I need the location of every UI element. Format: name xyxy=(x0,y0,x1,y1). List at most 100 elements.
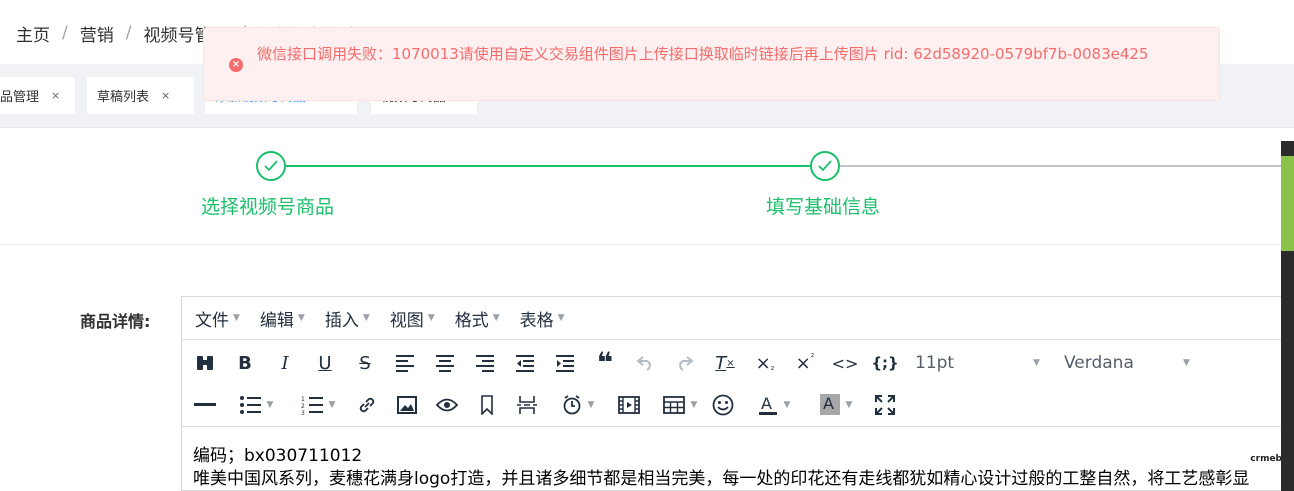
media-icon[interactable] xyxy=(616,390,642,420)
chevron-down-icon: ▼ xyxy=(297,313,305,323)
menu-insert[interactable]: 插入 ▼ xyxy=(325,306,370,331)
chevron-down-icon: ▼ xyxy=(427,313,435,323)
menu-edit[interactable]: 编辑 ▼ xyxy=(260,306,305,331)
error-circle-icon: × xyxy=(229,58,243,72)
chevron-down-icon: ▼ xyxy=(233,313,240,323)
editor-toolbar-row-1: B I U S ❝ T × × ₂ × ² <> {;} 11pt ▼ Verd… xyxy=(182,342,1294,384)
content-line: 编码；bx030711012 xyxy=(193,446,363,466)
step-1-label: 选择视频号商品 xyxy=(201,196,335,218)
strikethrough-icon[interactable]: S xyxy=(352,348,378,378)
hr-icon[interactable] xyxy=(192,390,218,420)
menu-table[interactable]: 表格 ▼ xyxy=(520,306,565,331)
breadcrumb-separator: / xyxy=(125,23,132,43)
binoculars-icon[interactable] xyxy=(192,348,218,378)
page: 主页 / 营销 / 视频号管理 / 添加视频号商品 品管理 × 草稿列表 × 添… xyxy=(0,0,1294,491)
tag-label: 草稿列表 xyxy=(97,90,150,105)
emoticon-icon[interactable] xyxy=(710,390,736,420)
bold-icon[interactable]: B xyxy=(232,348,258,378)
svg-text:2: 2 xyxy=(301,403,305,410)
breadcrumb-separator: / xyxy=(62,23,68,43)
breadcrumb-item-marketing[interactable]: 营销 xyxy=(80,21,114,46)
tag-close-icon[interactable]: × xyxy=(51,89,60,102)
menu-label: 文件 xyxy=(195,310,229,331)
font-family-select[interactable]: Verdana ▼ xyxy=(1064,348,1194,378)
chevron-down-icon: ▼ xyxy=(1033,358,1040,368)
editor-menubar: 文件 ▼ 编辑 ▼ 插入 ▼ 视图 ▼ 格式 ▼ 表格 ▼ xyxy=(182,297,1294,340)
numbered-list-icon[interactable]: 123 ▼ xyxy=(294,390,342,420)
rich-text-editor: 文件 ▼ 编辑 ▼ 插入 ▼ 视图 ▼ 格式 ▼ 表格 ▼ B I U S ❝ … xyxy=(181,296,1294,491)
menu-label: 插入 xyxy=(324,310,359,331)
tag-product-management[interactable]: 品管理 × xyxy=(0,77,75,114)
menu-format[interactable]: 格式 ▼ xyxy=(455,306,500,331)
clock-icon[interactable]: ▼ xyxy=(554,390,602,420)
link-icon[interactable] xyxy=(354,390,380,420)
blockquote-icon[interactable]: ❝ xyxy=(592,348,618,378)
chevron-down-icon: ▼ xyxy=(328,400,336,410)
indent-icon[interactable] xyxy=(552,348,578,378)
underline-icon[interactable]: U xyxy=(312,348,338,378)
step-connector-done xyxy=(285,165,810,167)
error-message-alert: × 微信接口调用失败：1070013请使用自定义交易组件图片上传接口换取临时链接… xyxy=(203,27,1220,101)
font-size-value: 11pt xyxy=(915,353,955,373)
background-color-icon[interactable]: A ▼ xyxy=(812,390,860,420)
align-left-icon[interactable] xyxy=(392,348,418,378)
chevron-down-icon: ▼ xyxy=(845,400,853,410)
side-panel-image xyxy=(1281,156,1294,251)
error-message-text: 微信接口调用失败：1070013请使用自定义交易组件图片上传接口换取临时链接后再… xyxy=(257,45,1149,63)
svg-text:1: 1 xyxy=(301,396,305,403)
italic-icon[interactable]: I xyxy=(272,348,298,378)
svg-text:3: 3 xyxy=(301,410,305,415)
content-line: 唯美中国风系列，麦穗花满身logo打造，并且诸多细节都是相当完美，每一处的印花还… xyxy=(193,469,1250,489)
chevron-down-icon: ▼ xyxy=(266,400,274,410)
product-detail-label: 商品详情: xyxy=(80,312,151,331)
redo-icon[interactable] xyxy=(672,348,698,378)
bookmark-icon[interactable] xyxy=(474,390,500,420)
tag-close-icon[interactable]: × xyxy=(161,89,170,102)
font-size-select[interactable]: 11pt ▼ xyxy=(915,348,1045,378)
tag-draft-list[interactable]: 草稿列表 × xyxy=(87,77,194,114)
breadcrumb-item-home[interactable]: 主页 xyxy=(16,21,50,46)
undo-icon[interactable] xyxy=(632,348,658,378)
menu-view[interactable]: 视图 ▼ xyxy=(390,306,435,331)
svg-text:A: A xyxy=(761,394,772,413)
chevron-down-icon: ▼ xyxy=(690,400,698,410)
clear-format-icon[interactable]: T × xyxy=(712,348,738,378)
table-icon[interactable]: ▼ xyxy=(656,390,704,420)
menu-file[interactable]: 文件 ▼ xyxy=(195,306,240,331)
crmeb-logo: crmeb xyxy=(1250,454,1282,464)
superscript-icon[interactable]: × ² xyxy=(792,348,818,378)
image-icon[interactable] xyxy=(394,390,420,420)
step-2-label: 填写基础信息 xyxy=(766,196,881,218)
editor-content[interactable]: 编码；bx030711012 唯美中国风系列，麦穗花满身logo打造，并且诸多细… xyxy=(193,445,1293,491)
menu-label: 表格 xyxy=(519,310,554,331)
template-icon[interactable]: {;} xyxy=(871,348,898,378)
step-1-check-icon xyxy=(256,151,286,181)
chevron-down-icon: ▼ xyxy=(492,313,500,323)
steps: 选择视频号商品 填写基础信息 xyxy=(0,128,1294,245)
menu-label: 编辑 xyxy=(259,310,294,331)
chevron-down-icon: ▼ xyxy=(557,313,565,323)
fullscreen-icon[interactable] xyxy=(872,390,898,420)
chevron-down-icon: ▼ xyxy=(587,400,595,410)
step-connector-pending xyxy=(840,165,1294,167)
subscript-icon[interactable]: × ₂ xyxy=(752,348,778,378)
page-break-icon[interactable] xyxy=(514,390,540,420)
chevron-down-icon: ▼ xyxy=(362,313,370,323)
menu-label: 格式 xyxy=(454,310,489,331)
step-2-check-icon xyxy=(810,151,840,181)
svg-text:A: A xyxy=(823,394,834,413)
side-panel-edge xyxy=(1281,141,1294,491)
align-center-icon[interactable] xyxy=(432,348,458,378)
preview-icon[interactable] xyxy=(434,390,460,420)
text-color-icon[interactable]: A ▼ xyxy=(750,390,798,420)
outdent-icon[interactable] xyxy=(512,348,538,378)
align-right-icon[interactable] xyxy=(472,348,498,378)
chevron-down-icon: ▼ xyxy=(783,400,791,410)
bullet-list-icon[interactable]: ▼ xyxy=(232,390,280,420)
code-icon[interactable]: <> xyxy=(832,348,859,378)
chevron-down-icon: ▼ xyxy=(1183,358,1190,368)
font-family-value: Verdana xyxy=(1064,353,1134,373)
tag-label: 品管理 xyxy=(0,90,40,105)
menu-label: 视图 xyxy=(389,310,424,331)
editor-toolbar-row-2: ▼ 123 ▼ ▼ ▼ A ▼ A ▼ xyxy=(182,384,1294,427)
